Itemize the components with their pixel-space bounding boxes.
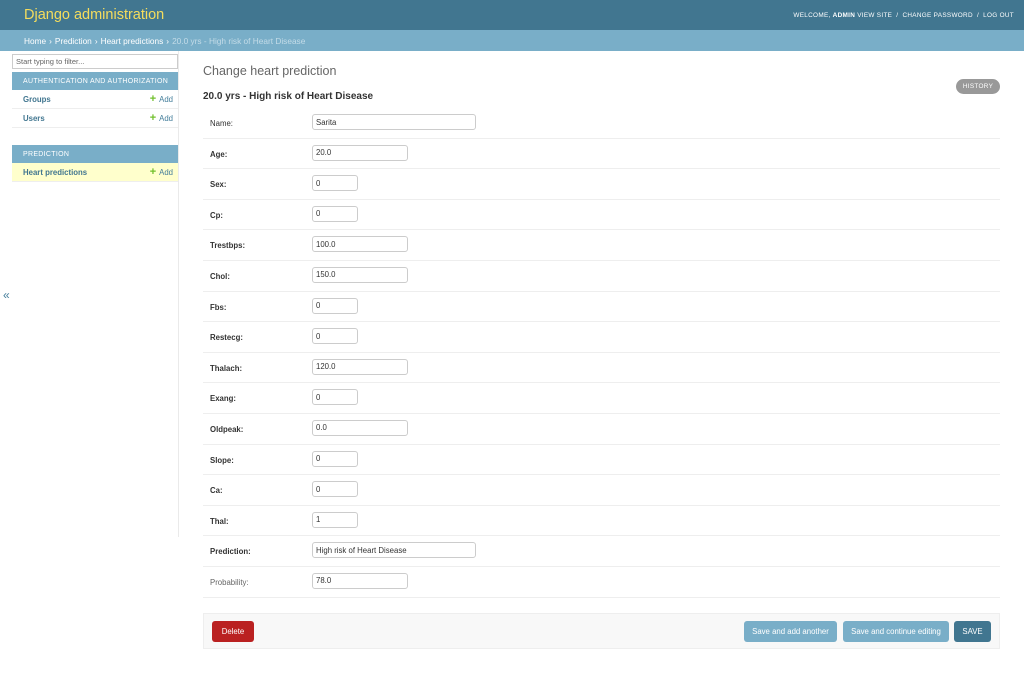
- header: Django administration WELCOME, ADMIN VIE…: [0, 0, 1024, 30]
- field-label-fbs: Fbs:: [210, 302, 227, 312]
- add-heart-predictions-link[interactable]: + Add: [149, 165, 173, 178]
- probability-field[interactable]: [312, 572, 408, 589]
- form-row-probability: Probability:: [203, 567, 1000, 598]
- add-groups-link[interactable]: + Add: [149, 92, 173, 105]
- form-row-slope: Slope:: [203, 445, 1000, 476]
- exang-field[interactable]: [312, 389, 358, 406]
- field-label-exang: Exang:: [210, 394, 236, 404]
- form-row-trestbps: Trestbps:: [203, 230, 1000, 261]
- breadcrumb-model[interactable]: Heart predictions: [101, 36, 164, 46]
- field-label-ca: Ca:: [210, 486, 223, 496]
- thalach-field[interactable]: [312, 358, 408, 375]
- form-row-fbs: Fbs:: [203, 292, 1000, 323]
- sidebar-item-groups-link[interactable]: Groups: [23, 95, 51, 104]
- ca-field[interactable]: [312, 481, 358, 498]
- field-label-thal: Thal:: [210, 516, 229, 526]
- plus-icon: +: [149, 92, 157, 105]
- module-caption-prediction[interactable]: Prediction: [12, 145, 178, 163]
- form-row-sex: Sex:: [203, 169, 1000, 200]
- user-tools: WELCOME, ADMIN VIEW SITE / CHANGE PASSWO…: [793, 12, 1014, 19]
- field-label-probability: Probability:: [210, 577, 249, 587]
- field-label-prediction: Prediction:: [210, 547, 251, 557]
- form-row-age: Age:: [203, 139, 1000, 170]
- form-row-thalach: Thalach:: [203, 353, 1000, 384]
- add-users-link[interactable]: + Add: [149, 111, 173, 124]
- main-content: Change heart prediction HISTORY 20.0 yrs…: [203, 51, 1000, 598]
- slope-field[interactable]: [312, 450, 358, 467]
- field-label-sex: Sex:: [210, 180, 227, 190]
- page-title: Change heart prediction: [203, 64, 337, 78]
- username: ADMIN: [832, 11, 856, 19]
- user-tools-separator: /: [976, 11, 980, 19]
- form-row-exang: Exang:: [203, 383, 1000, 414]
- nav-sidebar: Authentication and Authorization Groups …: [12, 51, 179, 537]
- breadcrumb: Home › Prediction › Heart predictions › …: [0, 30, 1024, 51]
- name-field[interactable]: [312, 114, 476, 130]
- sex-field[interactable]: [312, 175, 358, 192]
- field-label-trestbps: Trestbps:: [210, 241, 246, 251]
- form-row-prediction: Prediction:: [203, 536, 1000, 567]
- user-tools-separator: /: [896, 11, 899, 19]
- module-caption-auth[interactable]: Authentication and Authorization: [12, 72, 178, 90]
- sidebar-item-heart-predictions: Heart predictions + Add: [12, 163, 178, 182]
- breadcrumb-separator: ›: [49, 35, 52, 46]
- object-title: 20.0 yrs - High risk of Heart Disease: [203, 91, 374, 102]
- form-row-cp: Cp:: [203, 200, 1000, 231]
- breadcrumb-separator: ›: [94, 35, 98, 46]
- add-label: Add: [159, 94, 173, 104]
- sidebar-item-heart-predictions-link[interactable]: Heart predictions: [23, 168, 87, 177]
- form-row-chol: Chol:: [203, 261, 1000, 292]
- form-fieldset: Name: Age: Sex: Cp: Trestbps: Chol: Fbs:: [203, 108, 1000, 598]
- history-button[interactable]: HISTORY: [956, 79, 1000, 94]
- welcome-text: WELCOME,: [793, 11, 831, 19]
- change-password-link[interactable]: CHANGE PASSWORD: [902, 12, 972, 19]
- fbs-field[interactable]: [312, 297, 358, 314]
- plus-icon: +: [149, 111, 157, 124]
- form-row-restecg: Restecg:: [203, 322, 1000, 353]
- view-site-link[interactable]: VIEW SITE: [857, 12, 892, 19]
- field-label-restecg: Restecg:: [210, 333, 243, 343]
- delete-button[interactable]: Delete: [212, 621, 254, 642]
- field-label-cp: Cp:: [210, 210, 223, 220]
- form-row-oldpeak: Oldpeak:: [203, 414, 1000, 445]
- plus-icon: +: [149, 165, 157, 178]
- module-auth: Authentication and Authorization Groups …: [12, 72, 178, 128]
- breadcrumb-app[interactable]: Prediction: [55, 36, 92, 46]
- form-row-ca: Ca:: [203, 475, 1000, 506]
- add-label: Add: [159, 113, 173, 123]
- restecg-field[interactable]: [312, 328, 358, 345]
- trestbps-field[interactable]: [312, 236, 408, 253]
- oldpeak-field[interactable]: [312, 419, 408, 436]
- breadcrumb-current: 20.0 yrs - High risk of Heart Disease: [172, 35, 306, 46]
- sidebar-item-groups: Groups + Add: [12, 90, 178, 109]
- breadcrumb-home[interactable]: Home: [24, 36, 46, 46]
- log-out-link[interactable]: LOG OUT: [983, 12, 1014, 19]
- prediction-field[interactable]: [312, 542, 476, 559]
- breadcrumb-separator: ›: [166, 35, 170, 46]
- field-label-oldpeak: Oldpeak:: [210, 424, 244, 434]
- field-label-name: Name:: [210, 119, 233, 128]
- field-label-chol: Chol:: [210, 271, 230, 281]
- add-label: Add: [159, 167, 173, 177]
- save-button[interactable]: SAVE: [954, 621, 991, 642]
- form-row-thal: Thal:: [203, 506, 1000, 537]
- module-prediction: Prediction Heart predictions + Add: [12, 145, 178, 182]
- toggle-sidebar-button[interactable]: «: [3, 288, 10, 302]
- submit-row: Delete Save and add another Save and con…: [203, 613, 1000, 649]
- form-row-name: Name:: [203, 108, 1000, 139]
- field-label-age: Age:: [210, 149, 228, 159]
- chol-field[interactable]: [312, 266, 408, 283]
- sidebar-item-users: Users + Add: [12, 109, 178, 128]
- field-label-slope: Slope:: [210, 455, 234, 465]
- nav-filter-input[interactable]: [12, 54, 178, 69]
- field-label-thalach: Thalach:: [210, 363, 243, 373]
- age-field[interactable]: [312, 144, 408, 161]
- save-and-add-another-button[interactable]: Save and add another: [744, 621, 837, 642]
- thal-field[interactable]: [312, 511, 358, 528]
- sidebar-item-users-link[interactable]: Users: [23, 114, 45, 123]
- site-branding[interactable]: Django administration: [24, 7, 164, 23]
- save-and-continue-button[interactable]: Save and continue editing: [843, 621, 949, 642]
- cp-field[interactable]: [312, 205, 358, 222]
